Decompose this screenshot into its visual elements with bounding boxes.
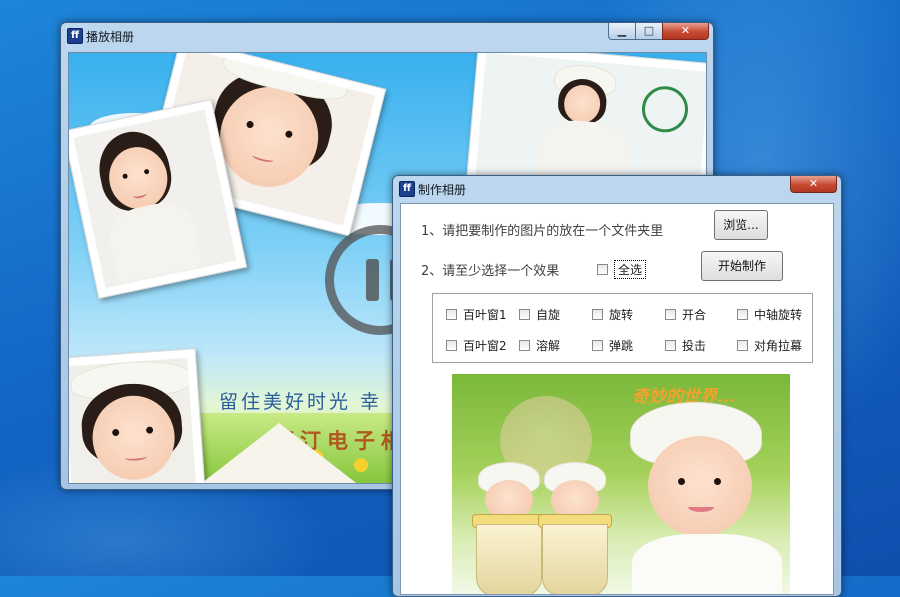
maker-client-area: 1、请把要制作的图片的放在一个文件夹里 浏览... 2、请至少选择一个效果 全选… (400, 203, 834, 595)
cup (542, 524, 608, 594)
checkbox-box (737, 340, 748, 351)
checkbox-box (597, 264, 608, 275)
effect-checkbox[interactable]: 百叶窗1 (446, 306, 507, 323)
close-button[interactable]: ✕ (790, 176, 837, 193)
start-making-button[interactable]: 开始制作 (701, 251, 783, 281)
player-titlebar[interactable]: ff 播放相册 ▁ □ ✕ (61, 23, 713, 47)
minimize-button[interactable]: ▁ (608, 23, 635, 40)
maker-window: ff 制作相册 ✕ 1、请把要制作的图片的放在一个文件夹里 浏览... 2、请至… (392, 175, 842, 597)
effect-checkbox[interactable]: 旋转 (592, 306, 633, 323)
close-button[interactable]: ✕ (662, 23, 709, 40)
app-logo-icon: ff (67, 28, 83, 44)
effect-label: 旋转 (609, 308, 634, 322)
player-caption-buttons: ▁ □ ✕ (608, 23, 709, 40)
effect-checkbox[interactable]: 中轴旋转 (737, 306, 802, 323)
effect-label: 百叶窗1 (463, 308, 507, 322)
select-all-checkbox[interactable]: 全选 (597, 260, 647, 279)
checkbox-box (592, 309, 603, 320)
player-window-title: 播放相册 (86, 30, 135, 44)
child-dress (104, 197, 203, 284)
effect-checkbox[interactable]: 自旋 (519, 306, 560, 323)
baby-eye (678, 478, 685, 485)
step1-instruction: 1、请把要制作的图片的放在一个文件夹里 (421, 224, 664, 239)
preview-image: 奇妙的世界... (452, 374, 790, 594)
baby-face (648, 436, 752, 536)
step2-instruction: 2、请至少选择一个效果 (421, 264, 560, 279)
effect-label: 中轴旋转 (754, 308, 803, 322)
effect-label: 百叶窗2 (463, 339, 507, 353)
pause-bar (366, 259, 379, 301)
effect-label: 自旋 (536, 308, 561, 322)
effect-checkbox[interactable]: 开合 (665, 306, 706, 323)
effect-checkbox[interactable]: 溶解 (519, 337, 560, 354)
maker-window-title: 制作相册 (418, 183, 467, 197)
maker-titlebar[interactable]: ff 制作相册 ✕ (393, 176, 841, 200)
envelope-decoration (189, 423, 369, 483)
app-logo-icon: ff (399, 181, 415, 197)
photo-content (73, 109, 237, 289)
maker-caption-buttons: ✕ (790, 176, 837, 193)
effect-checkbox[interactable]: 对角拉幕 (737, 337, 802, 354)
baby-body (632, 534, 782, 594)
cup (476, 524, 542, 594)
checkbox-box (519, 309, 530, 320)
checkbox-box (665, 309, 676, 320)
effect-checkbox[interactable]: 百叶窗2 (446, 337, 507, 354)
select-all-label: 全选 (614, 260, 647, 279)
checkbox-box (446, 340, 457, 351)
checkbox-box (737, 309, 748, 320)
photo-content (69, 357, 197, 483)
slideshow-slogan: 留住美好时光 幸 (219, 391, 383, 413)
checkbox-box (519, 340, 530, 351)
bike-wheel (640, 84, 690, 135)
effect-label: 弹跳 (609, 339, 634, 353)
effects-group: 百叶窗1 自旋 旋转 开合 中轴旋转 百叶窗2 溶解 弹跳 投击 对角拉幕 (432, 293, 813, 363)
browse-button[interactable]: 浏览... (714, 210, 768, 240)
maximize-button[interactable]: □ (635, 23, 662, 40)
effect-label: 对角拉幕 (754, 339, 803, 353)
slideshow-photo (69, 348, 207, 483)
checkbox-box (446, 309, 457, 320)
checkbox-box (592, 340, 603, 351)
checkbox-box (665, 340, 676, 351)
baby-eye (714, 478, 721, 485)
effect-label: 开合 (682, 308, 707, 322)
effect-label: 投击 (682, 339, 707, 353)
effect-checkbox[interactable]: 投击 (665, 337, 706, 354)
baby-mouth (688, 502, 714, 512)
effect-checkbox[interactable]: 弹跳 (592, 337, 633, 354)
effect-label: 溶解 (536, 339, 561, 353)
